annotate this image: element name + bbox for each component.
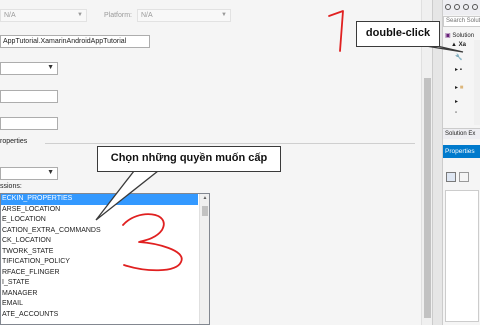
file-icon: ▫ — [455, 110, 458, 116]
version-number-field[interactable] — [0, 90, 58, 103]
tab-solution-explorer[interactable]: Solution Ex — [443, 128, 480, 139]
back-icon[interactable] — [454, 4, 460, 10]
version-name-field[interactable] — [0, 117, 58, 130]
collapse-arrow-icon: ▸ — [455, 67, 459, 73]
permission-item[interactable]: I_STATE — [1, 278, 198, 289]
home-icon[interactable] — [445, 4, 451, 10]
configuration-select[interactable]: N/A ▼ — [0, 9, 87, 22]
scroll-up-icon[interactable]: ▲ — [200, 194, 210, 203]
tree-item-file[interactable]: ▫ — [455, 110, 457, 116]
solution-icon: ▣ — [445, 33, 451, 39]
pane-scrollbar[interactable] — [421, 0, 432, 325]
solution-explorer-panel: Search Solutio ▣ Solution ▲ Xa 🔧 ▸ ▪ ▸ ■… — [442, 0, 480, 325]
collapse-arrow-icon: ▸ — [455, 85, 459, 91]
tree-item-solution[interactable]: ▣ Solution — [445, 32, 474, 39]
scrollbar-thumb[interactable] — [202, 206, 208, 216]
tree-item-project[interactable]: ▲ Xa — [451, 42, 466, 48]
permission-item[interactable]: MANAGER — [1, 289, 198, 300]
platform-label: Platform: — [104, 12, 133, 19]
properties-toolbar — [443, 170, 480, 184]
permission-item[interactable]: ARSE_LOCATION — [1, 205, 198, 216]
chevron-down-icon: ▼ — [47, 169, 54, 176]
chevron-down-icon: ▼ — [47, 64, 54, 71]
callout-double-click: double-click — [356, 21, 440, 47]
callout-choose-permissions: Chọn những quyền muốn cấp — [97, 146, 281, 172]
chevron-down-icon: ▼ — [77, 12, 83, 18]
permission-item[interactable]: E_LOCATION — [1, 215, 198, 226]
forward-icon[interactable] — [463, 4, 469, 10]
tree-item-label: Solution — [452, 33, 475, 39]
collapse-arrow-icon: ▸ — [455, 99, 459, 105]
properties-panel-header: Properties — [443, 145, 480, 158]
alphabetical-icon[interactable] — [459, 172, 469, 182]
tree-item-assets[interactable]: ▸ ■ — [455, 84, 463, 91]
app-icon-select[interactable]: ▼ — [0, 62, 58, 75]
expand-icon: ▲ — [451, 42, 457, 48]
permission-item[interactable]: TIFICATION_POLICY — [1, 257, 198, 268]
categorized-icon[interactable] — [446, 172, 456, 182]
properties-grid[interactable] — [445, 190, 479, 322]
wrench-icon: 🔧 — [455, 55, 463, 61]
folder-icon: ■ — [459, 85, 464, 91]
tree-item-references[interactable]: ▸ ▪ — [455, 66, 462, 73]
permission-item[interactable]: EMAIL — [1, 299, 198, 310]
scrollbar-thumb[interactable] — [424, 78, 431, 318]
install-location-select[interactable]: ▼ — [0, 167, 58, 180]
tree-item-properties[interactable]: 🔧 — [455, 54, 462, 61]
tree-item-resources[interactable]: ▸ — [455, 98, 458, 105]
sync-icon[interactable] — [472, 4, 478, 10]
platform-select[interactable]: N/A ▼ — [137, 9, 231, 22]
solution-explorer-toolbar — [443, 0, 480, 15]
solution-search-input[interactable]: Search Solutio — [443, 16, 480, 27]
toolbar-icons[interactable] — [443, 0, 480, 15]
required-permissions-label: ssions: — [0, 183, 22, 190]
panel-splitter[interactable] — [432, 0, 442, 325]
references-icon: ▪ — [459, 67, 462, 73]
permission-item[interactable]: ECKIN_PROPERTIES — [1, 194, 198, 205]
permissions-listbox[interactable]: ECKIN_PROPERTIES ARSE_LOCATION E_LOCATIO… — [0, 193, 210, 325]
permissions-scrollbar[interactable]: ▲ — [199, 194, 209, 324]
chevron-down-icon: ▼ — [221, 12, 227, 18]
section-title: roperties — [0, 138, 28, 145]
section-divider — [45, 143, 415, 144]
permission-item[interactable]: RFACE_FLINGER — [1, 268, 198, 279]
platform-value: N/A — [141, 12, 153, 19]
permission-item[interactable]: TWORK_STATE — [1, 247, 198, 258]
permission-item[interactable]: CATION_EXTRA_COMMANDS — [1, 226, 198, 237]
permission-item[interactable]: CK_LOCATION — [1, 236, 198, 247]
package-name-field[interactable]: AppTutorial.XamarinAndroidAppTutorial — [0, 35, 150, 48]
permission-item[interactable]: ATE_ACCOUNTS — [1, 310, 198, 321]
tree-item-label: Xa — [458, 42, 466, 48]
configuration-value: N/A — [4, 12, 16, 19]
tree-scrollbar[interactable] — [474, 40, 480, 125]
